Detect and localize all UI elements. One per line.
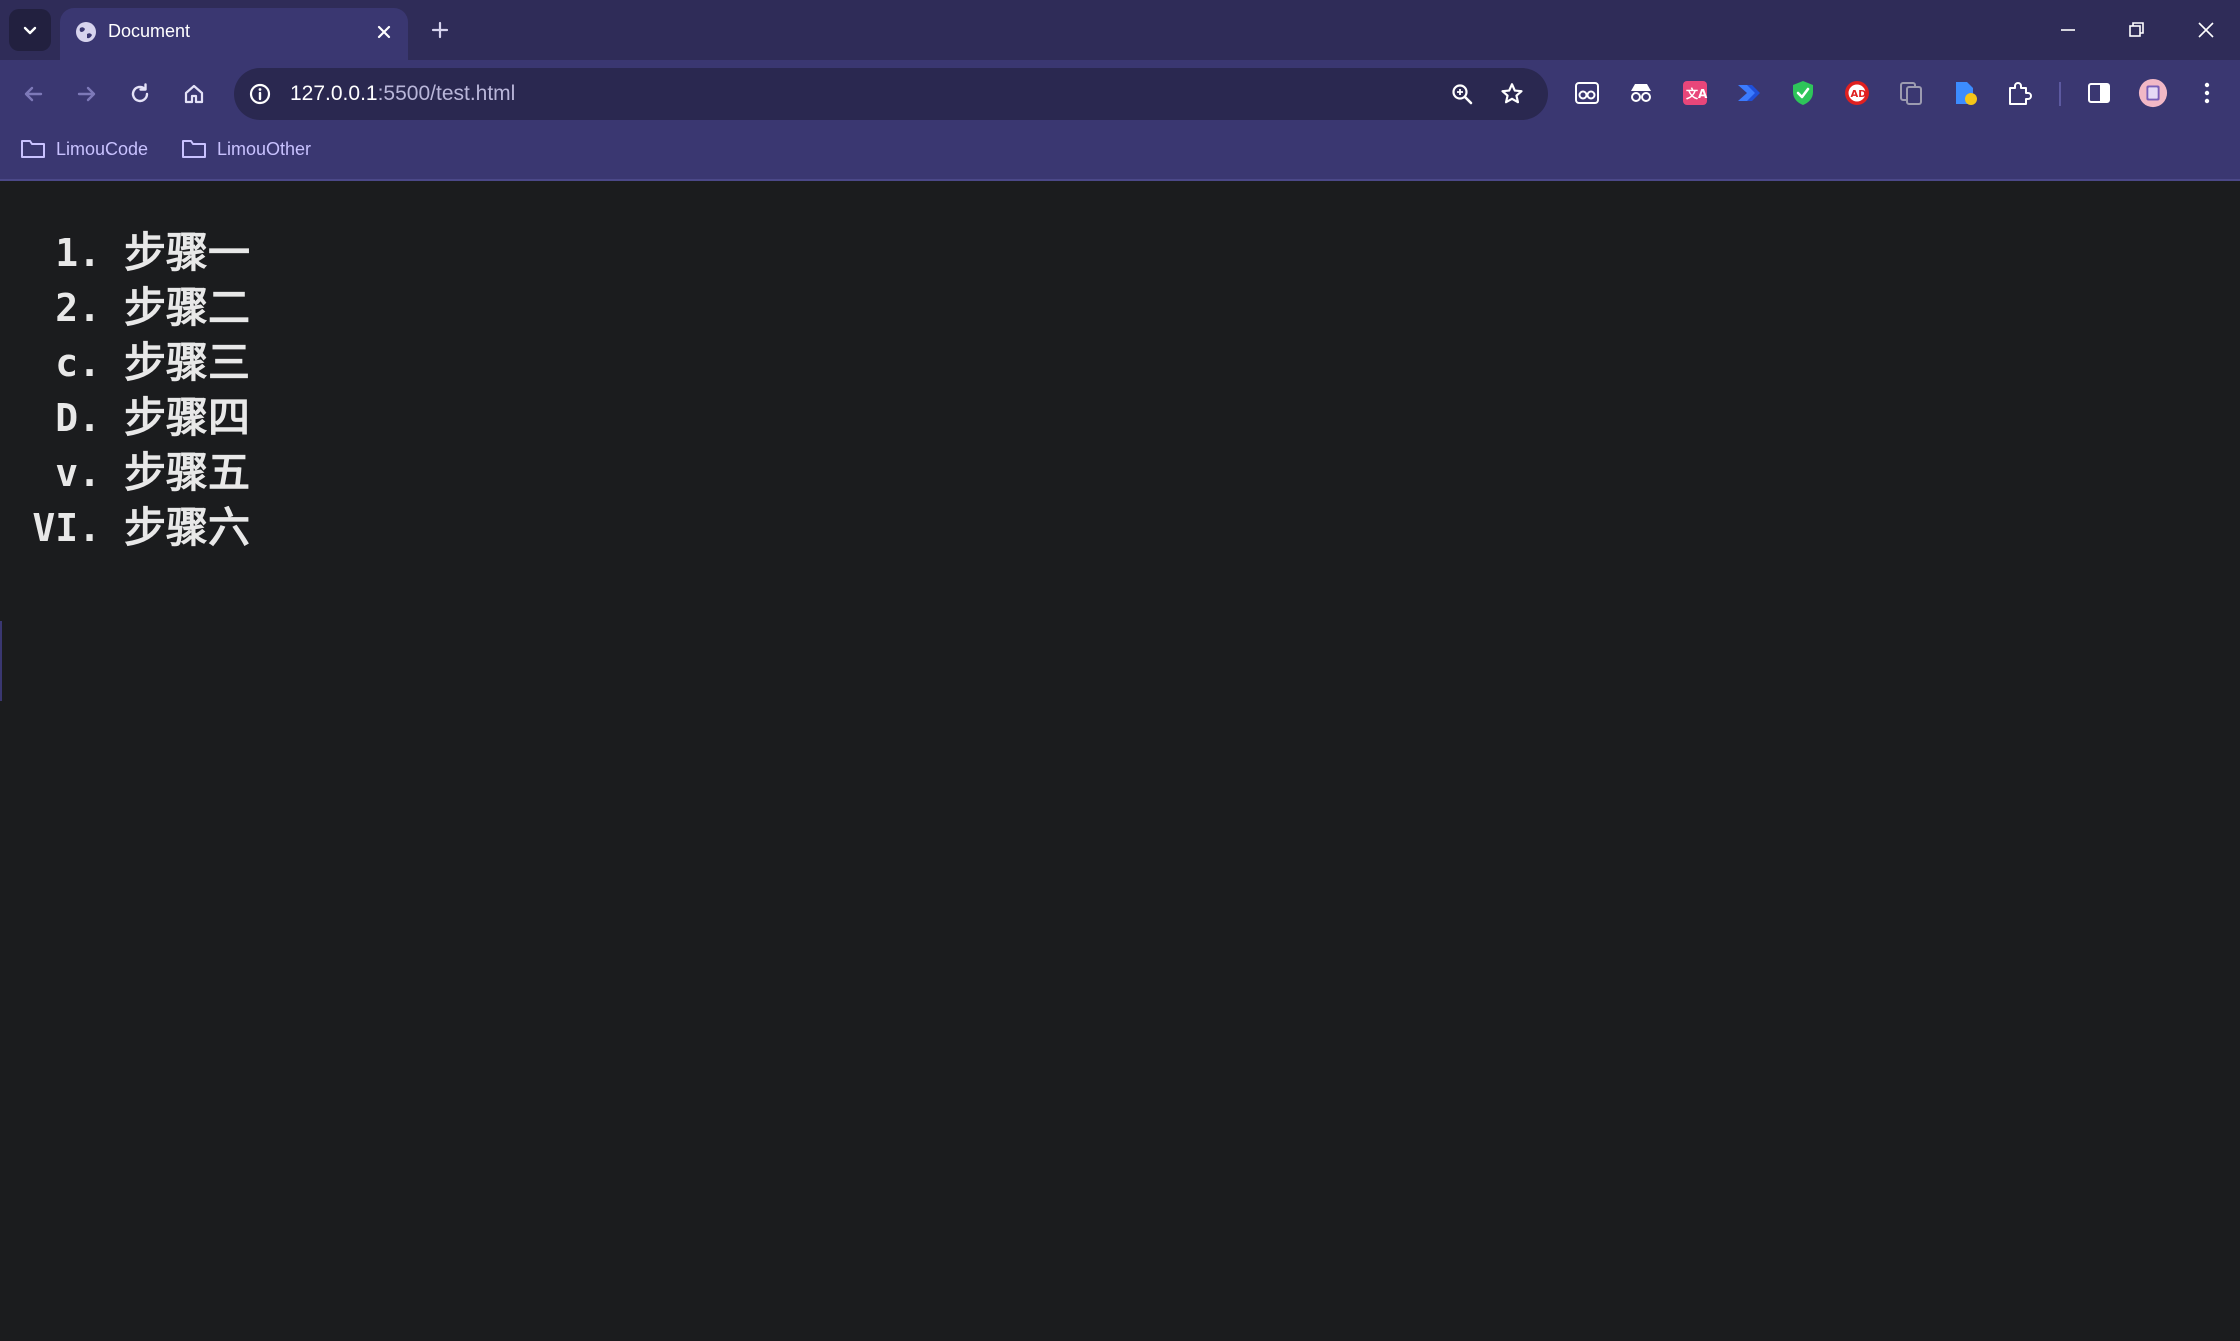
spy-icon (1631, 84, 1651, 102)
adblock-icon: AD (1845, 81, 1869, 105)
list-marker: VI. (32, 506, 101, 550)
list-item-text: 步骤四 (124, 393, 251, 442)
page-left-edge-indicator (0, 621, 2, 701)
site-info-button[interactable] (246, 80, 274, 108)
title-bar: Document (0, 0, 2240, 60)
tab-close-button[interactable] (372, 20, 396, 44)
puzzle-icon (2009, 82, 2032, 105)
star-icon (1501, 83, 1523, 104)
side-panel-button[interactable] (2084, 78, 2114, 108)
arrow-chevron-icon (1738, 85, 1760, 101)
close-window-button[interactable] (2188, 12, 2224, 48)
list-marker: 2. (55, 286, 101, 330)
list-marker: c. (55, 341, 101, 385)
list-item-text: 步骤二 (124, 283, 251, 332)
minimize-icon (2061, 29, 2075, 31)
folder-icon (21, 140, 45, 158)
reload-icon (131, 83, 149, 103)
extension-power-automate[interactable] (1734, 78, 1764, 108)
list-item: v. 步骤五 (0, 447, 300, 502)
url-text[interactable]: 127.0.0.1:5500/test.html (290, 80, 515, 108)
toolbar-separator (2059, 82, 2061, 106)
extension-copy[interactable] (1896, 78, 1926, 108)
url-path: :5500/test.html (377, 82, 516, 105)
close-icon (2198, 22, 2214, 38)
extension-file-manager[interactable] (1950, 78, 1980, 108)
list-item: VI. 步骤六 (0, 502, 300, 557)
documents-icon (1900, 82, 1922, 105)
list-item-text: 步骤三 (124, 338, 251, 387)
more-vertical-icon (2204, 82, 2210, 104)
list-item: c. 步骤三 (0, 337, 300, 392)
extension-incognito[interactable] (1626, 78, 1656, 108)
url-host: 127.0.0.1 (290, 82, 378, 105)
glasses-icon (1575, 82, 1599, 104)
list-item: D. 步骤四 (0, 392, 300, 447)
tab-search-button[interactable] (9, 9, 51, 51)
extension-shield[interactable] (1788, 78, 1818, 108)
extensions-menu-button[interactable] (2004, 78, 2034, 108)
browser-window: Document 127.0.0.1:5500/test.html 文A AD … (0, 0, 2240, 1341)
browser-menu-button[interactable] (2192, 78, 2222, 108)
plus-icon (431, 21, 449, 39)
translate-icon: 文A (1683, 81, 1708, 105)
svg-text:AD: AD (1851, 89, 1867, 100)
zoom-icon (1452, 84, 1473, 105)
list-marker: D. (55, 396, 101, 440)
svg-text:文A: 文A (1686, 86, 1708, 101)
back-button[interactable] (13, 74, 53, 114)
restore-button[interactable] (2119, 12, 2155, 48)
file-badge-icon (1956, 82, 1977, 105)
address-bar[interactable]: 127.0.0.1:5500/test.html (234, 68, 1548, 120)
new-tab-button[interactable] (424, 14, 456, 46)
page-content: 1. 步骤一 2. 步骤二 c. 步骤三 D. 步骤四 v. 步骤五 VI. 步… (0, 181, 2240, 1341)
side-panel-icon (2088, 83, 2110, 103)
close-icon (377, 25, 391, 39)
extension-translate[interactable]: 文A (1680, 78, 1710, 108)
list-item-text: 步骤一 (124, 228, 251, 277)
bookmark-label: LimouCode (56, 139, 149, 159)
step-list: 1. 步骤一 2. 步骤二 c. 步骤三 D. 步骤四 v. 步骤五 VI. 步… (0, 227, 300, 557)
folder-icon (182, 140, 206, 158)
minimize-button[interactable] (2050, 12, 2086, 48)
list-item-text: 步骤六 (124, 503, 251, 552)
bookmark-label: LimouOther (217, 139, 312, 159)
extension-glasses[interactable] (1572, 78, 1602, 108)
globe-icon (76, 22, 96, 42)
forward-button[interactable] (67, 74, 107, 114)
chevron-down-icon (23, 26, 37, 35)
list-marker: v. (55, 451, 101, 495)
bookmark-star-button[interactable] (1498, 80, 1526, 108)
list-item: 2. 步骤二 (0, 282, 300, 337)
arrow-right-icon (77, 86, 96, 102)
restore-icon (2129, 22, 2144, 37)
bookmark-folder-limouother[interactable]: LimouOther (181, 134, 311, 164)
home-button[interactable] (174, 74, 214, 114)
reload-button[interactable] (120, 74, 160, 114)
shield-check-icon (1793, 81, 1813, 105)
zoom-button[interactable] (1448, 80, 1476, 108)
list-marker: 1. (55, 231, 101, 275)
profile-avatar[interactable] (2138, 78, 2168, 108)
bookmark-folder-limoucode[interactable]: LimouCode (20, 134, 148, 164)
active-tab[interactable]: Document (60, 8, 408, 60)
home-icon (184, 84, 204, 104)
info-icon (249, 83, 271, 105)
tab-title: Document (108, 21, 191, 41)
list-item: 1. 步骤一 (0, 227, 300, 282)
extension-adblock[interactable]: AD (1842, 78, 1872, 108)
list-item-text: 步骤五 (124, 448, 251, 497)
arrow-left-icon (24, 86, 43, 102)
avatar-icon (2138, 78, 2168, 108)
